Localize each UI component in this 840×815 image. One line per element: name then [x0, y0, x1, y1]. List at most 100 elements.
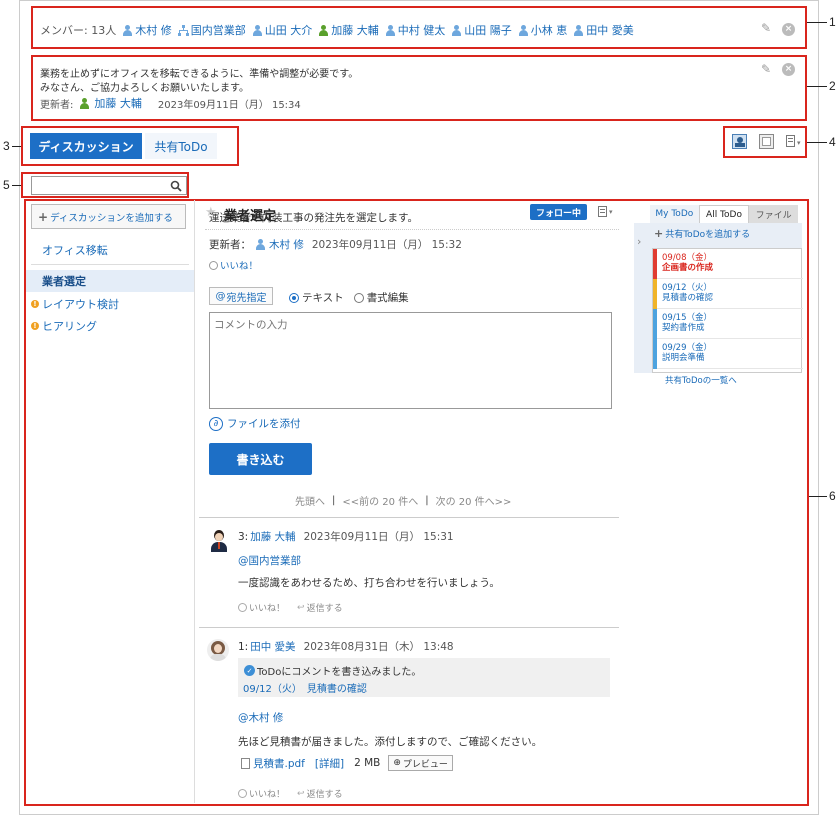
search-icon[interactable]: [170, 180, 182, 192]
sidebar-item-label: 業者選定: [42, 275, 86, 288]
todo-item[interactable]: 09/12（火） 見積書の確認: [653, 279, 803, 309]
edit-description-icon[interactable]: ✎: [761, 62, 771, 76]
member-item[interactable]: 国内営業部: [177, 22, 246, 38]
radio-format[interactable]: [353, 292, 364, 303]
like-link[interactable]: いいね！: [220, 258, 258, 272]
todo-title: 説明会準備: [662, 353, 705, 363]
member-name: 木村 修: [135, 24, 172, 37]
zoom-icon: ⊕: [393, 758, 401, 768]
mention-button[interactable]: @ 宛先指定: [209, 287, 273, 305]
close-members-icon[interactable]: ×: [782, 23, 795, 36]
comment-author[interactable]: 田中 愛美: [250, 639, 295, 654]
like-row[interactable]: いいね！: [209, 258, 258, 272]
description-updater-row: 更新者: 加藤 大輔 2023年09月11日（月） 15:34: [40, 95, 301, 111]
collapse-chevron-icon[interactable]: ›: [637, 235, 641, 248]
comment-divider: [199, 627, 619, 628]
member-item[interactable]: 山田 大介: [252, 22, 312, 38]
add-discussion-label: ディスカッションを追加する: [50, 212, 173, 224]
like-link[interactable]: いいね！: [249, 601, 285, 614]
member-item[interactable]: 田中 愛美: [573, 22, 634, 38]
todo-link[interactable]: 09/12（火） 見積書の確認: [243, 680, 367, 695]
member-item[interactable]: 小林 恵: [518, 22, 568, 38]
smile-icon: [238, 789, 247, 798]
like-link[interactable]: いいね！: [249, 787, 285, 800]
updated-at: 2023年09月11日（月） 15:34: [157, 99, 301, 111]
sidebar-item-hearing[interactable]: ! ヒアリング: [26, 315, 194, 337]
todo-panel: My ToDo All ToDo ファイル › + 共有ToDoを追加する 09…: [634, 200, 806, 386]
user-icon: [122, 24, 133, 36]
follow-button[interactable]: フォロー中: [530, 204, 587, 220]
todo-list: 09/08（金） 企画書の作成 09/12（火） 見積書の確認 09/15（金） 契約書作…: [652, 248, 803, 386]
member-item[interactable]: 木村 修: [122, 22, 172, 38]
add-discussion-button[interactable]: + ディスカッションを追加する: [31, 204, 186, 229]
todo-date: 09/08（金）: [662, 253, 712, 263]
user-icon: [252, 24, 263, 36]
pager-next[interactable]: 次の 20 件へ>>: [436, 493, 512, 508]
tab-all-todo[interactable]: All ToDo: [698, 205, 750, 223]
comment-date: 2023年09月11日（月） 15:31: [303, 531, 454, 543]
pager-first[interactable]: 先頭へ: [295, 493, 325, 508]
preview-button[interactable]: ⊕ プレビュー: [388, 755, 453, 771]
updater-link[interactable]: 木村 修: [269, 237, 304, 252]
todo-item[interactable]: 09/08（金） 企画書の作成: [653, 249, 803, 279]
callout-6: 6: [829, 489, 836, 503]
tab-shared-todo[interactable]: 共有ToDo: [145, 133, 217, 159]
todo-title: 企画書の作成: [662, 263, 714, 273]
add-todo-label: 共有ToDoを追加する: [665, 230, 751, 240]
sidebar-item-vendor[interactable]: 業者選定: [26, 270, 194, 292]
updater-link[interactable]: 加藤 大輔: [94, 95, 142, 111]
add-todo-link[interactable]: + 共有ToDoを追加する: [654, 227, 750, 240]
tab-files[interactable]: ファイル: [749, 205, 799, 223]
file-link[interactable]: 見積書.pdf: [253, 756, 305, 771]
comment-header: 3: 加藤 大輔 2023年09月11日（月） 15:31: [238, 529, 454, 544]
reply-link[interactable]: 返信する: [307, 787, 343, 800]
comment-mention[interactable]: @国内営業部: [238, 553, 301, 568]
close-description-icon[interactable]: ×: [782, 63, 795, 76]
reply-link[interactable]: 返信する: [307, 601, 343, 614]
member-item[interactable]: 山田 陽子: [451, 22, 512, 38]
todo-list-link[interactable]: 共有ToDoの一覧へ: [665, 374, 737, 386]
member-list: 木村 修 国内営業部 山田 大介 加藤 大輔 中村 健太 山田 陽子 小林 恵 田中 愛美: [122, 22, 640, 38]
option-format-label: 書式編集: [366, 292, 409, 304]
submit-button[interactable]: 書き込む: [209, 443, 312, 475]
pager-prev[interactable]: <<前の 20 件へ: [342, 493, 418, 508]
todo-body: › + 共有ToDoを追加する 09/08（金） 企画書の作成 09/12（火） 見積…: [634, 223, 803, 386]
plus-icon: +: [38, 209, 49, 224]
member-item[interactable]: 加藤 大輔: [318, 22, 379, 38]
radio-text[interactable]: [289, 292, 299, 303]
sidebar-item-office[interactable]: オフィス移転: [26, 238, 194, 262]
preview-label: プレビュー: [402, 759, 448, 770]
attach-file-link[interactable]: ファイルを添付: [227, 416, 301, 431]
edit-members-icon[interactable]: ✎: [761, 21, 771, 35]
search-box: [31, 176, 187, 195]
comment-actions: いいね！ ↩ 返信する: [238, 787, 343, 800]
sidebar-item-layout[interactable]: ! レイアウト検討: [26, 293, 194, 315]
topic-menu-icon[interactable]: ▾: [598, 206, 618, 218]
user-icon: [518, 24, 529, 36]
format-options: テキスト 書式編集: [289, 290, 409, 305]
panel-view-icon[interactable]: [759, 134, 774, 149]
todo-item[interactable]: 09/29（金） 説明会準備: [653, 339, 803, 369]
comment-number: 1:: [238, 640, 249, 653]
file-detail-link[interactable]: [詳細]: [315, 756, 344, 771]
tab-my-todo[interactable]: My ToDo: [650, 205, 699, 223]
menu-icon[interactable]: ▾: [786, 135, 802, 149]
callout-1: 1: [829, 15, 836, 29]
member-name: 小林 恵: [530, 24, 568, 37]
pager: 先頭へ | <<前の 20 件へ | 次の 20 件へ>>: [295, 493, 511, 508]
comment-date: 2023年08月31日（木） 13:48: [303, 641, 454, 653]
tab-discussion[interactable]: ディスカッション: [30, 133, 142, 159]
avatar: [207, 639, 229, 661]
comment-mention[interactable]: @木村 修: [238, 710, 283, 725]
search-input[interactable]: [32, 177, 166, 194]
member-name: 国内営業部: [190, 24, 246, 37]
comment-author[interactable]: 加藤 大輔: [250, 529, 295, 544]
comment-input[interactable]: [209, 312, 612, 409]
todo-item[interactable]: 09/15（金） 契約書作成: [653, 309, 803, 339]
paperclip-icon: ∂: [209, 416, 223, 431]
reply-icon: ↩: [297, 788, 305, 799]
member-item[interactable]: 中村 健太: [385, 22, 445, 38]
attach-file-row[interactable]: ∂ ファイルを添付: [209, 416, 301, 431]
attachment-row: 見積書.pdf [詳細] 2 MB ⊕ プレビュー: [241, 755, 453, 771]
members-view-icon[interactable]: [732, 134, 747, 149]
